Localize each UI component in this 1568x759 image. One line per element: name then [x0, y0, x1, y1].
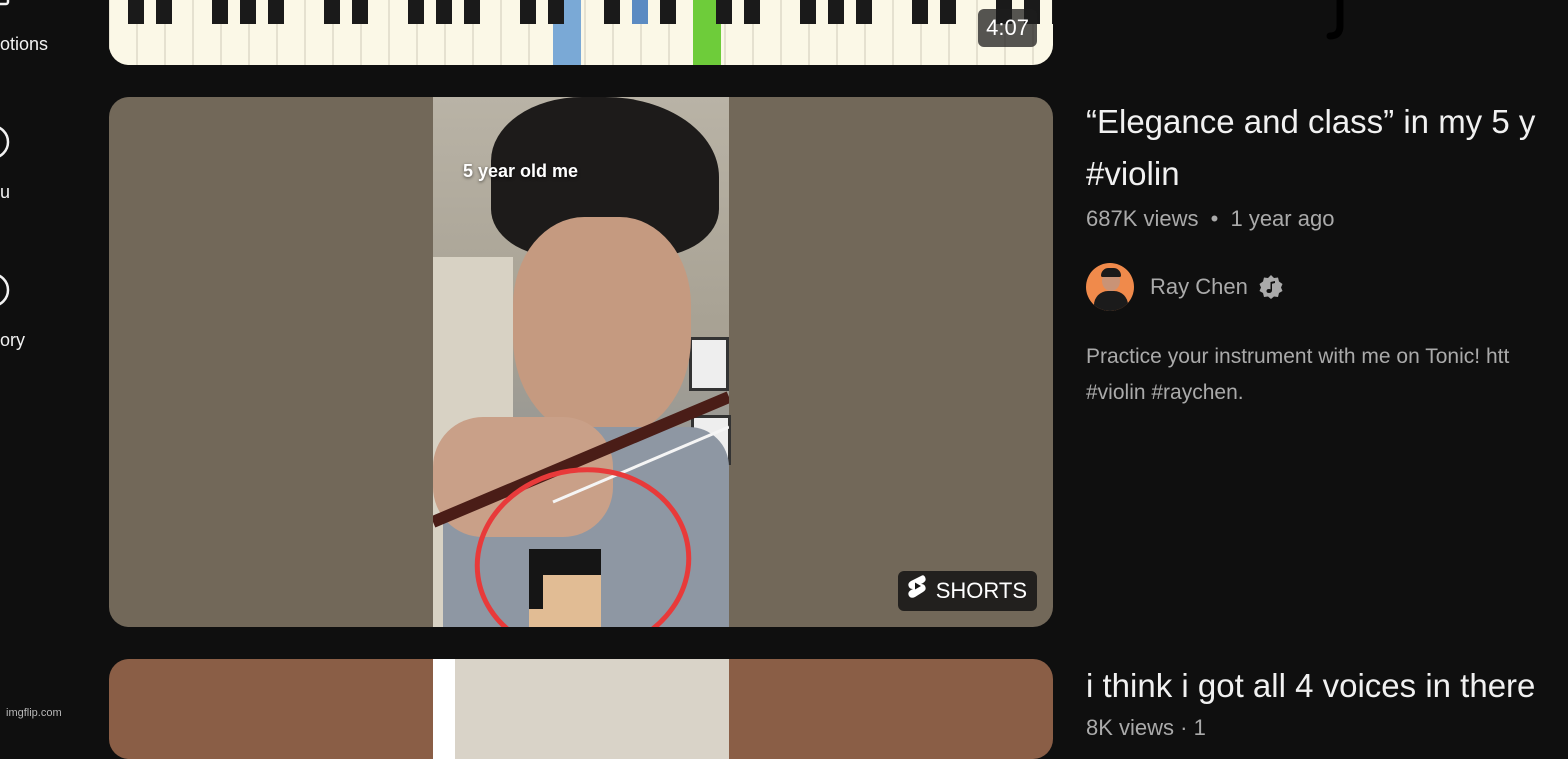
channel-name[interactable]: Ray Chen	[1150, 274, 1248, 300]
video-title[interactable]: “Elegance and class” in my 5 y	[1086, 96, 1535, 148]
video-metadata: 687K views • 1 year ago	[1086, 206, 1334, 232]
partial-glyph	[1326, 0, 1344, 40]
upload-age: 1 year ago	[1230, 206, 1335, 231]
piano-black-key	[912, 0, 928, 24]
video-thumbnail[interactable]: 4:07	[109, 0, 1053, 65]
shorts-logo-icon	[906, 571, 928, 611]
video-title-line2[interactable]: #violin	[1086, 148, 1180, 200]
channel-row[interactable]: Ray Chen	[1086, 263, 1284, 311]
piano-black-key	[240, 0, 256, 24]
channel-avatar[interactable]	[1086, 263, 1134, 311]
shorts-badge-label: SHORTS	[935, 578, 1027, 603]
video-description-line1: Practice your instrument with me on Toni…	[1086, 345, 1510, 368]
piano-black-key	[856, 0, 872, 24]
piano-black-key	[744, 0, 760, 24]
your-videos-icon	[0, 124, 12, 165]
piano-black-key	[268, 0, 284, 24]
sidebar-item-label: otions	[0, 34, 49, 54]
sidebar-item-label: ory	[0, 330, 26, 350]
piano-black-key	[520, 0, 536, 24]
video-metadata: 8K views · 1	[1086, 715, 1206, 740]
sidebar-item-label: u	[0, 182, 11, 202]
view-count: 687K views	[1086, 206, 1199, 231]
video-thumbnail[interactable]	[109, 659, 1053, 759]
video-description-line2: #violin #raychen.	[1086, 381, 1244, 404]
piano-black-key	[1052, 0, 1053, 24]
piano-black-key	[156, 0, 172, 24]
shorts-badge: SHORTS	[897, 571, 1037, 611]
meta-separator: •	[1210, 206, 1219, 231]
video-title[interactable]: i think i got all 4 voices in there	[1086, 660, 1535, 712]
piano-black-key	[128, 0, 144, 24]
annotation-circle	[474, 467, 692, 627]
piano-black-key	[464, 0, 480, 24]
piano-black-key	[604, 0, 620, 24]
piano-black-key	[352, 0, 368, 24]
piano-black-key	[828, 0, 844, 24]
sidebar-item-your-videos[interactable]: u	[0, 120, 60, 210]
history-icon	[0, 272, 12, 313]
verified-artist-icon	[1258, 274, 1284, 300]
watermark: imgflip.com	[6, 707, 62, 719]
piano-keys-image	[109, 0, 1053, 65]
overlay-caption: 5 year old me	[463, 161, 579, 181]
piano-black-key	[716, 0, 732, 24]
piano-black-key	[548, 0, 564, 24]
piano-black-key	[800, 0, 816, 24]
duration-badge: 4:07	[978, 9, 1037, 47]
piano-black-key	[408, 0, 424, 24]
playlist-icon	[0, 0, 10, 15]
piano-black-key	[324, 0, 340, 24]
sidebar-item-playlists[interactable]: otions	[0, 0, 60, 60]
piano-black-key	[660, 0, 676, 24]
piano-black-key	[632, 0, 648, 24]
video-thumbnail[interactable]: 5 year old me SHORTS	[109, 97, 1053, 627]
shorts-frame	[433, 659, 729, 759]
piano-black-key	[436, 0, 452, 24]
piano-black-key	[212, 0, 228, 24]
shorts-frame: 5 year old me	[433, 97, 731, 627]
sidebar-item-history[interactable]: ory	[0, 268, 60, 358]
piano-black-key	[940, 0, 956, 24]
